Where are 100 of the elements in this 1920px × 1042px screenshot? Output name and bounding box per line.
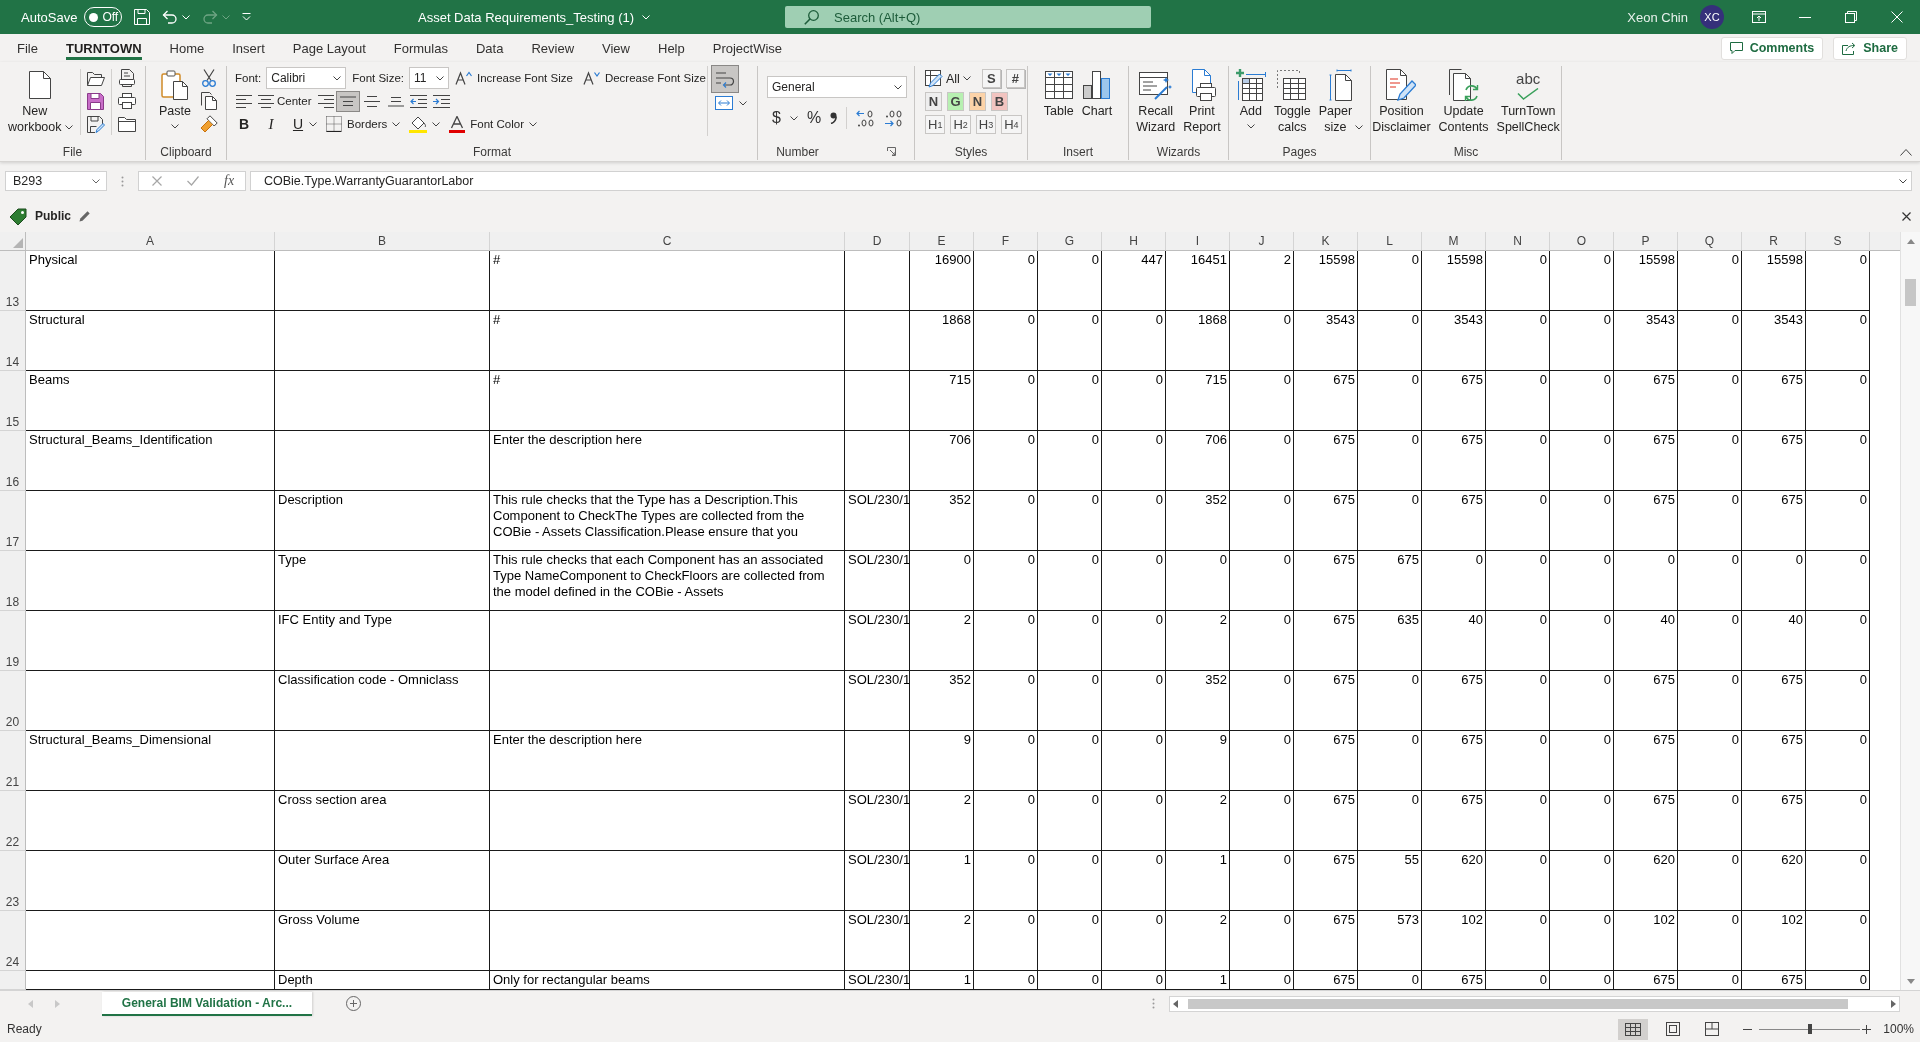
table-button[interactable]: Table <box>1041 66 1076 119</box>
toggle-calcs-button[interactable]: Toggle calcs <box>1271 66 1313 135</box>
column-header[interactable]: D <box>845 232 910 251</box>
row-header[interactable]: 17 <box>0 491 26 551</box>
decrease-font-size-button[interactable]: Decrease Font Size <box>580 71 708 85</box>
increase-decimal-icon[interactable] <box>856 109 876 127</box>
search-field[interactable]: Search (Alt+Q) <box>785 6 1151 28</box>
cell-style-button[interactable]: N <box>925 92 942 111</box>
vertical-dots-icon[interactable] <box>1152 998 1155 1009</box>
horizontal-scrollbar[interactable] <box>1169 995 1900 1012</box>
caret-icon[interactable] <box>789 115 798 121</box>
align-top-icon[interactable] <box>336 91 359 111</box>
fill-bucket-icon[interactable] <box>409 115 428 133</box>
plus-circle-icon[interactable] <box>346 996 361 1011</box>
currency-button[interactable]: $ <box>772 109 781 127</box>
column-header[interactable]: H <box>1102 232 1166 251</box>
vertical-scrollbar[interactable] <box>1900 232 1920 990</box>
row-header[interactable]: 13 <box>0 251 26 311</box>
caret-icon[interactable] <box>1899 178 1907 184</box>
column-header[interactable]: J <box>1230 232 1294 251</box>
column-header[interactable]: R <box>1742 232 1806 251</box>
new-workbook-button[interactable]: New workbook <box>6 66 75 135</box>
user-avatar[interactable]: XC <box>1700 5 1724 29</box>
all-styles-button[interactable]: All <box>925 69 971 88</box>
column-header[interactable]: I <box>1166 232 1230 251</box>
spellcheck-button[interactable]: abc TurnTown SpellCheck <box>1494 66 1562 135</box>
minimize-icon[interactable] <box>1799 16 1811 18</box>
menu-tab[interactable]: Home <box>155 34 219 62</box>
row-header[interactable]: 15 <box>0 371 26 431</box>
row-header[interactable]: 24 <box>0 911 26 971</box>
row-header[interactable]: 16 <box>0 431 26 491</box>
dialog-launcher-icon[interactable] <box>886 147 896 156</box>
share-button[interactable]: Share <box>1833 36 1907 60</box>
update-contents-button[interactable]: Update Contents <box>1436 66 1491 135</box>
style-button[interactable]: # <box>1005 69 1025 88</box>
menu-tab[interactable]: File <box>3 34 52 62</box>
column-header[interactable]: K <box>1294 232 1358 251</box>
pencil-icon[interactable] <box>79 210 91 222</box>
font-color-button[interactable]: Font Color <box>447 115 539 133</box>
increase-font-size-button[interactable]: Increase Font Size <box>453 71 575 85</box>
document-title[interactable]: Asset Data Requirements_Testing (1) <box>418 9 635 25</box>
menu-tab[interactable]: ProjectWise <box>698 34 797 62</box>
italic-button[interactable]: I <box>265 115 277 133</box>
add-page-button[interactable]: Add <box>1233 66 1268 129</box>
indent-increase-icon[interactable] <box>432 94 450 108</box>
copy-icon[interactable] <box>200 92 217 110</box>
column-header[interactable]: A <box>26 232 275 251</box>
scrollbar-thumb[interactable] <box>1905 279 1916 306</box>
align-right-icon[interactable] <box>317 94 334 108</box>
row-header[interactable]: 14 <box>0 311 26 371</box>
font-size-dropdown[interactable]: 11 <box>409 67 449 89</box>
floppy-pencil-icon[interactable] <box>86 115 105 133</box>
menu-tab[interactable]: Help <box>644 34 699 62</box>
bar-caret-icon[interactable] <box>242 13 252 21</box>
minus-icon[interactable] <box>1743 1028 1753 1030</box>
printer-icon[interactable] <box>117 93 136 109</box>
number-format-dropdown[interactable]: General <box>767 76 907 98</box>
checkmark-icon[interactable] <box>187 176 199 186</box>
name-box[interactable]: B293 <box>5 171 107 191</box>
comments-button[interactable]: Comments <box>1720 36 1824 60</box>
column-header[interactable]: C <box>490 232 845 251</box>
row-header[interactable]: 20 <box>0 671 26 731</box>
underline-button[interactable]: U <box>292 116 304 132</box>
comma-style-icon[interactable] <box>830 112 838 124</box>
caret-icon[interactable] <box>739 100 747 106</box>
ribbon-display-icon[interactable] <box>1752 11 1766 23</box>
row-header[interactable]: 18 <box>0 551 26 611</box>
page-break-icon[interactable] <box>1705 1022 1720 1036</box>
close-icon[interactable] <box>1902 211 1911 221</box>
caret-up-icon[interactable] <box>1900 149 1912 156</box>
merge-cells-icon[interactable] <box>715 96 733 110</box>
print-report-button[interactable]: Print Report <box>1181 66 1223 135</box>
menu-tab[interactable]: Review <box>517 34 589 62</box>
style-button[interactable]: S <box>981 69 1001 88</box>
column-header[interactable]: Q <box>1678 232 1742 251</box>
cell-style-button[interactable]: N <box>969 92 986 111</box>
row-header[interactable]: 19 <box>0 611 26 671</box>
column-header[interactable]: S <box>1806 232 1870 251</box>
menu-tab[interactable]: Insert <box>218 34 279 62</box>
menu-tab[interactable]: Formulas <box>379 34 462 62</box>
column-header[interactable]: M <box>1422 232 1486 251</box>
menu-tab[interactable]: Data <box>461 34 518 62</box>
right-triangle-icon[interactable] <box>1891 999 1896 1008</box>
left-triangle-icon[interactable] <box>1173 999 1178 1008</box>
borders-button[interactable]: Borders <box>324 116 403 132</box>
position-disclaimer-button[interactable]: Position Disclaimer <box>1370 66 1433 135</box>
cell-style-button[interactable]: B <box>991 92 1008 111</box>
tag-icon[interactable] <box>9 207 27 225</box>
menu-tab[interactable]: View <box>588 34 644 62</box>
paper-size-button[interactable]: Paper size <box>1316 66 1366 135</box>
paste-button[interactable]: Paste <box>157 66 193 129</box>
align-middle-icon[interactable] <box>363 95 380 107</box>
sensitivity-label[interactable]: Public <box>35 209 71 223</box>
column-header[interactable]: O <box>1550 232 1614 251</box>
folder-open-icon[interactable] <box>86 70 105 86</box>
caret-icon[interactable] <box>309 121 317 127</box>
restore-icon[interactable] <box>1845 11 1857 23</box>
scissors-icon[interactable] <box>201 69 216 87</box>
undo-icon[interactable] <box>162 10 179 24</box>
font-dropdown[interactable]: Calibri <box>266 67 347 89</box>
